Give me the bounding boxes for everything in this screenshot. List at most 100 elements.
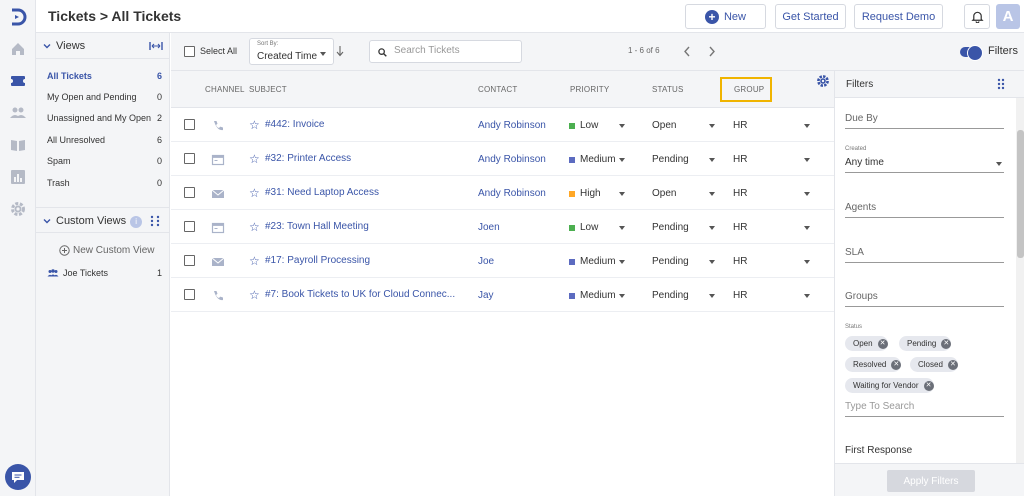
caret-down-icon[interactable] <box>804 192 810 196</box>
priority-select[interactable]: Medium <box>569 256 616 267</box>
new-button[interactable]: + New <box>685 4 766 29</box>
row-checkbox[interactable] <box>184 187 195 198</box>
contacts-icon[interactable] <box>9 104 27 122</box>
select-all-checkbox[interactable] <box>184 46 195 57</box>
ticket-subject-link[interactable]: #32: Printer Access <box>265 153 351 164</box>
filters-scrollbar[interactable] <box>1016 98 1024 463</box>
star-icon[interactable]: ☆ <box>249 118 260 132</box>
view-item-unassigned-and-my-open[interactable]: Unassigned and My Open 2 <box>47 113 162 123</box>
agents-field[interactable]: Agents <box>845 202 1004 218</box>
first-response-field[interactable]: First Response <box>845 445 1004 460</box>
table-row[interactable]: ☆ #7: Book Tickets to UK for Cloud Connec… <box>171 278 834 312</box>
request-demo-button[interactable]: Request Demo <box>854 4 943 29</box>
column-header-status[interactable]: STATUS <box>652 85 684 94</box>
priority-select[interactable]: Low <box>569 120 598 131</box>
status-select[interactable]: Open <box>652 188 676 199</box>
caret-down-icon[interactable] <box>804 124 810 128</box>
caret-down-icon[interactable] <box>619 294 625 298</box>
caret-down-icon[interactable] <box>619 158 625 162</box>
table-row[interactable]: ☆ #17: Payroll Processing Joe Medium Pending… <box>171 244 834 278</box>
ticket-contact-link[interactable]: Andy Robinson <box>478 120 546 131</box>
view-item-spam[interactable]: Spam 0 <box>47 156 162 166</box>
star-icon[interactable]: ☆ <box>249 288 260 302</box>
app-logo-icon[interactable] <box>7 6 29 28</box>
group-select[interactable]: HR <box>733 222 747 233</box>
status-select[interactable]: Pending <box>652 154 689 165</box>
priority-select[interactable]: High <box>569 188 601 199</box>
ticket-contact-link[interactable]: Andy Robinson <box>478 188 546 199</box>
ticket-subject-link[interactable]: #23: Town Hall Meeting <box>265 221 369 232</box>
status-select[interactable]: Pending <box>652 256 689 267</box>
chat-button[interactable] <box>5 464 31 490</box>
priority-select[interactable]: Medium <box>569 154 616 165</box>
row-checkbox[interactable] <box>184 255 195 266</box>
info-icon[interactable]: i <box>130 216 143 228</box>
table-row[interactable]: ☆ #32: Printer Access Andy Robinson Medium P… <box>171 142 834 176</box>
status-select[interactable]: Open <box>652 120 676 131</box>
row-checkbox[interactable] <box>184 119 195 130</box>
get-started-button[interactable]: Get Started <box>775 4 846 29</box>
table-row[interactable]: ☆ #31: Need Laptop Access Andy Robinson Hig… <box>171 176 834 210</box>
caret-down-icon[interactable] <box>619 260 625 264</box>
ticket-subject-link[interactable]: #17: Payroll Processing <box>265 255 370 266</box>
ticket-contact-link[interactable]: Joe <box>478 256 494 267</box>
column-header-priority[interactable]: PRIORITY <box>570 85 609 94</box>
remove-chip-icon[interactable]: ✕ <box>923 380 934 391</box>
remove-chip-icon[interactable]: ✕ <box>877 338 888 349</box>
group-select[interactable]: HR <box>733 120 747 131</box>
sort-direction-arrow-icon[interactable] <box>336 45 344 57</box>
group-select[interactable]: HR <box>733 256 747 267</box>
caret-down-icon[interactable] <box>709 294 715 298</box>
ticket-subject-link[interactable]: #31: Need Laptop Access <box>265 187 379 198</box>
created-select[interactable]: Any time <box>845 157 1004 173</box>
drag-handle-icon[interactable] <box>150 215 160 227</box>
apply-filters-button[interactable]: Apply Filters <box>887 470 975 492</box>
table-row[interactable]: ☆ #23: Town Hall Meeting Joen Low Pending HR <box>171 210 834 244</box>
status-search-input[interactable]: Type To Search <box>845 401 1004 417</box>
caret-down-icon[interactable] <box>804 260 810 264</box>
search-input[interactable] <box>394 45 514 56</box>
table-row[interactable]: ☆ #442: Invoice Andy Robinson Low Open HR <box>171 108 834 142</box>
view-item-all-unresolved[interactable]: All Unresolved 6 <box>47 135 162 145</box>
priority-select[interactable]: Low <box>569 222 598 233</box>
remove-chip-icon[interactable]: ✕ <box>947 359 958 370</box>
scrollbar-thumb[interactable] <box>1017 130 1024 258</box>
custom-views-header[interactable]: Custom Views i <box>36 207 170 233</box>
ticket-subject-link[interactable]: #7: Book Tickets to UK for Cloud Connec.… <box>265 289 455 300</box>
reports-icon[interactable] <box>9 168 27 186</box>
view-item-my-open-and-pending[interactable]: My Open and Pending 0 <box>47 92 162 102</box>
due-by-field[interactable]: Due By <box>845 113 1004 129</box>
settings-icon[interactable] <box>9 200 27 218</box>
next-page-icon[interactable] <box>708 46 716 57</box>
ticket-subject-link[interactable]: #442: Invoice <box>265 119 325 130</box>
row-checkbox[interactable] <box>184 221 195 232</box>
view-item-trash[interactable]: Trash 0 <box>47 178 162 188</box>
caret-down-icon[interactable] <box>709 226 715 230</box>
remove-chip-icon[interactable]: ✕ <box>891 359 902 370</box>
custom-view-item-joe-tickets[interactable]: Joe Tickets 1 <box>47 268 162 278</box>
caret-down-icon[interactable] <box>709 192 715 196</box>
previous-page-icon[interactable] <box>683 46 691 57</box>
status-chip-waiting-for-vendor[interactable]: Waiting for Vendor ✕ <box>845 378 934 393</box>
status-chip-closed[interactable]: Closed ✕ <box>910 357 958 372</box>
sla-field[interactable]: SLA <box>845 247 1004 263</box>
group-select[interactable]: HR <box>733 188 747 199</box>
column-settings-gear-icon[interactable] <box>816 74 830 88</box>
priority-select[interactable]: Medium <box>569 290 616 301</box>
ticket-contact-link[interactable]: Jay <box>478 290 494 301</box>
status-select[interactable]: Pending <box>652 290 689 301</box>
column-header-group[interactable]: GROUP <box>734 85 764 94</box>
group-select[interactable]: HR <box>733 154 747 165</box>
status-chip-resolved[interactable]: Resolved ✕ <box>845 357 902 372</box>
caret-down-icon[interactable] <box>804 226 810 230</box>
row-checkbox[interactable] <box>184 289 195 300</box>
view-item-all-tickets[interactable]: All Tickets 6 <box>47 71 162 81</box>
collapse-panel-icon[interactable] <box>149 41 163 51</box>
home-icon[interactable] <box>9 40 27 58</box>
user-avatar[interactable]: A <box>996 4 1020 29</box>
group-select[interactable]: HR <box>733 290 747 301</box>
caret-down-icon[interactable] <box>804 158 810 162</box>
tickets-icon[interactable] <box>9 72 27 90</box>
row-checkbox[interactable] <box>184 153 195 164</box>
caret-down-icon[interactable] <box>804 294 810 298</box>
